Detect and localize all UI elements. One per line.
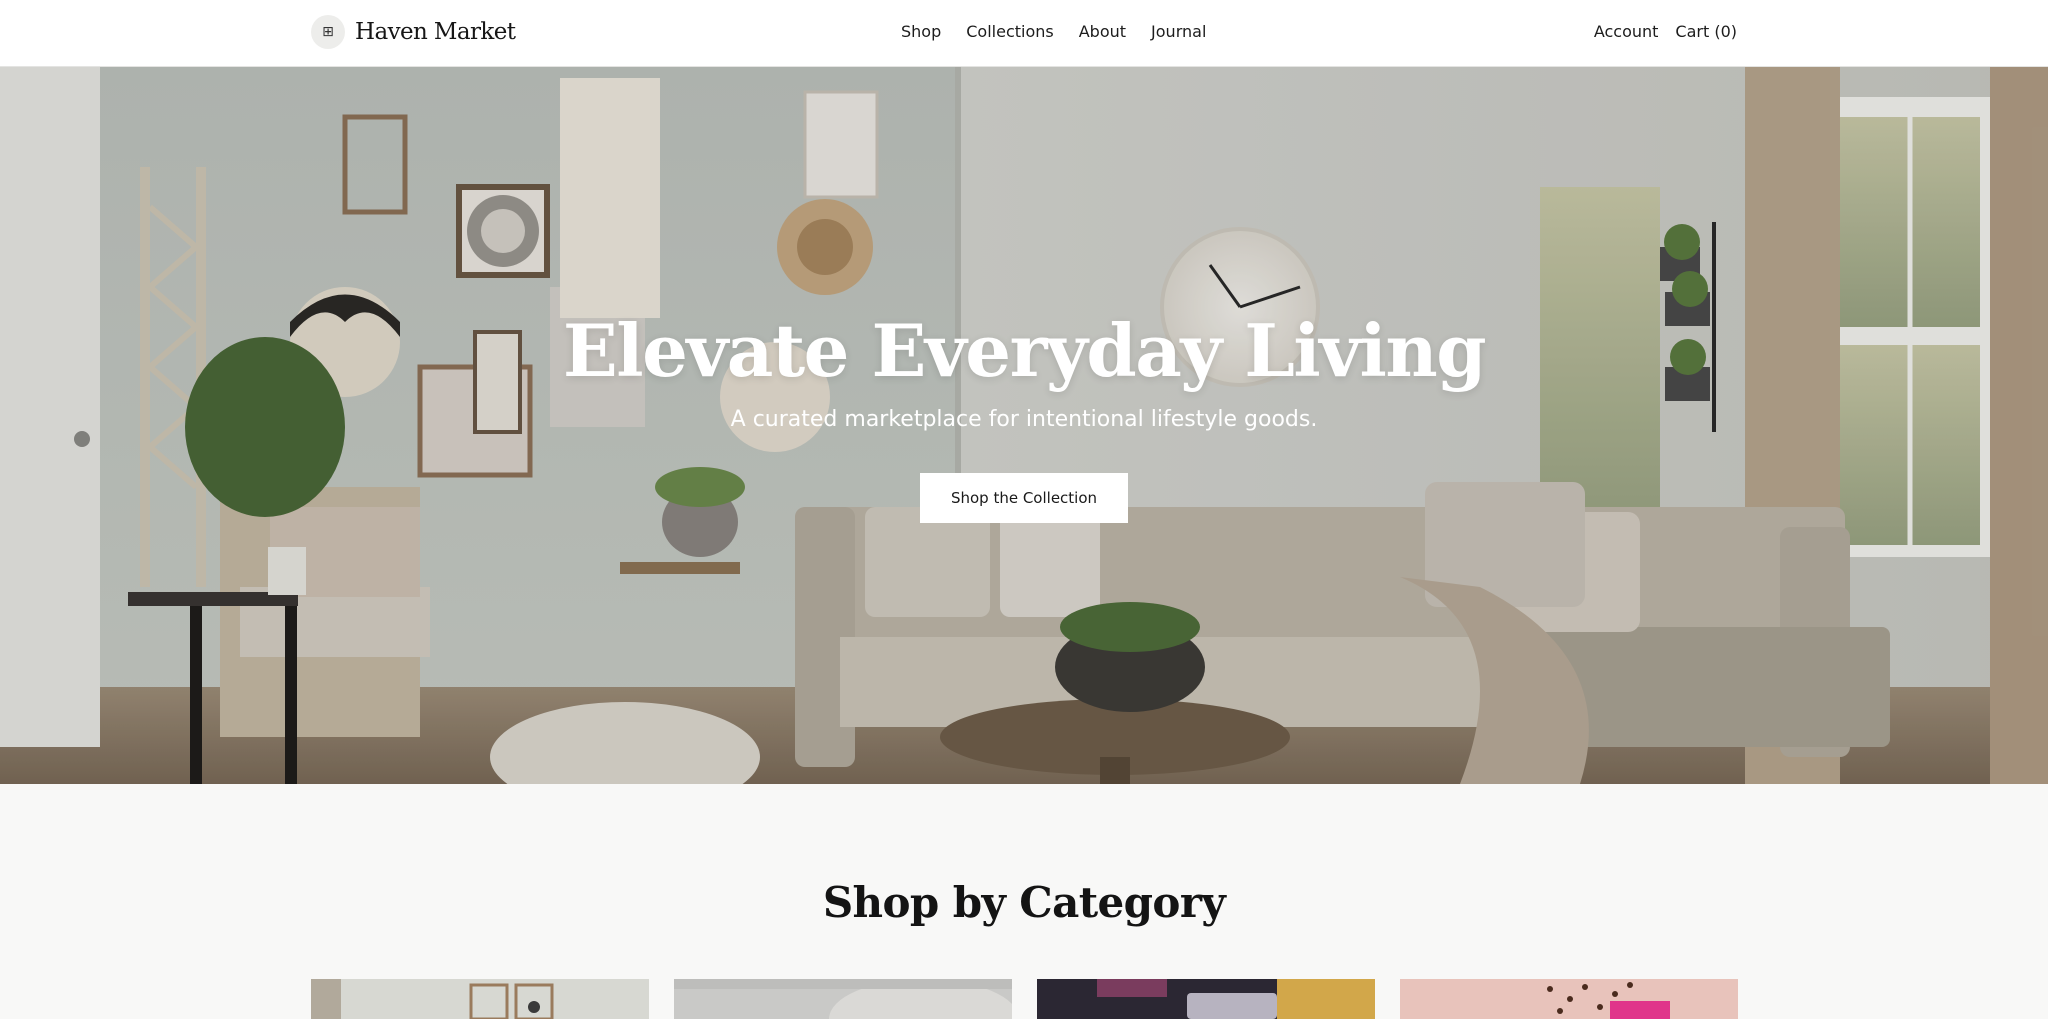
brand-name: Haven Market	[355, 19, 516, 45]
nav-journal[interactable]: Journal	[1151, 20, 1206, 44]
category-image-2	[674, 979, 1012, 1019]
nav-shop[interactable]: Shop	[901, 20, 941, 44]
site-header: ⊞ Haven Market Shop Collections About Jo…	[0, 0, 2048, 67]
hero-subtitle: A curated marketplace for intentional li…	[730, 407, 1318, 432]
category-card-3[interactable]	[1037, 979, 1375, 1019]
logo-link[interactable]: ⊞ Haven Market	[311, 15, 516, 49]
category-image-3	[1037, 979, 1375, 1019]
cart-link[interactable]: Cart (0)	[1675, 20, 1737, 44]
nav-collections[interactable]: Collections	[966, 20, 1053, 44]
shop-collection-button[interactable]: Shop the Collection	[920, 473, 1128, 523]
category-card-2[interactable]	[674, 979, 1012, 1019]
category-card-4[interactable]	[1400, 979, 1738, 1019]
account-link[interactable]: Account	[1594, 20, 1659, 44]
category-section-title: Shop by Category	[822, 878, 1226, 927]
utility-nav: Account Cart (0)	[1577, 20, 1737, 44]
main-nav: Shop Collections About Journal	[901, 20, 1206, 44]
category-image-4	[1400, 979, 1738, 1019]
hero-title: Elevate Everyday Living	[562, 308, 1487, 393]
grid-icon: ⊞	[311, 15, 345, 49]
category-card-1[interactable]	[311, 979, 649, 1019]
nav-about[interactable]: About	[1079, 20, 1126, 44]
category-image-1	[311, 979, 649, 1019]
hero-banner: Elevate Everyday Living A curated market…	[0, 67, 2048, 784]
